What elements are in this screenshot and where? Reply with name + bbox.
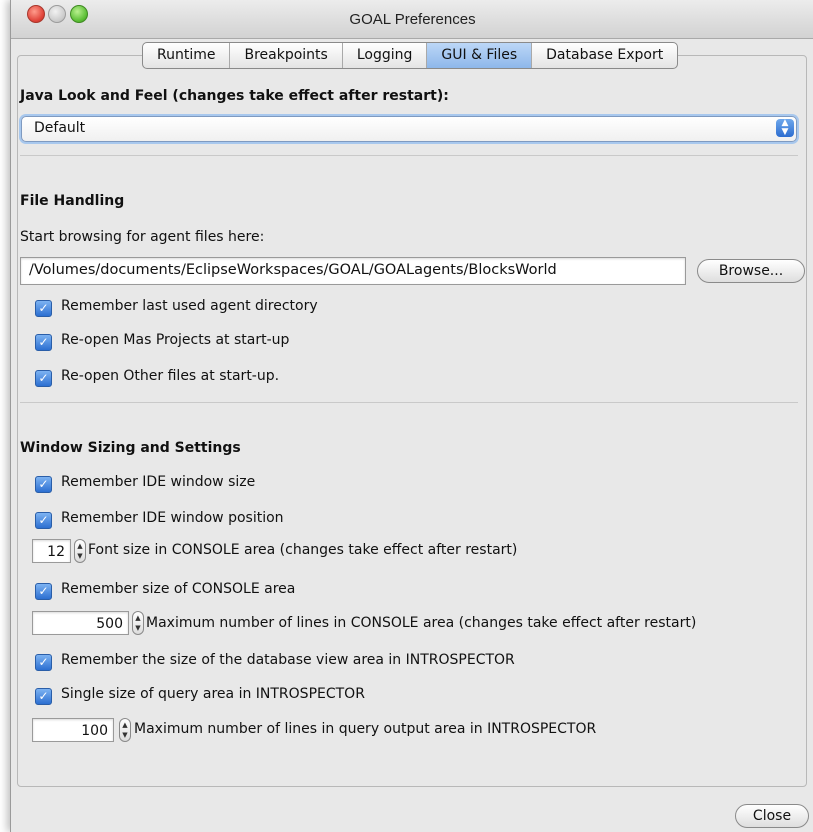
remember-size-checkbox[interactable]: ✓ bbox=[35, 476, 52, 493]
max-query-lines-label: Maximum number of lines in query output … bbox=[134, 721, 597, 737]
remember-directory-checkbox[interactable]: ✓ bbox=[35, 300, 52, 317]
font-size-input[interactable]: 12 bbox=[32, 539, 71, 563]
browse-button[interactable]: Browse... bbox=[697, 259, 805, 283]
reopen-other-checkbox[interactable]: ✓ bbox=[35, 370, 52, 387]
tab-gui-files[interactable]: GUI & Files bbox=[427, 43, 533, 68]
reopen-mas-checkbox[interactable]: ✓ bbox=[35, 334, 52, 351]
single-query-checkbox[interactable]: ✓ bbox=[35, 688, 52, 705]
stepper-arrows-icon[interactable]: ▲ ▼ bbox=[132, 611, 144, 635]
separator bbox=[20, 402, 798, 403]
max-console-lines-input[interactable]: 500 bbox=[32, 611, 129, 635]
remember-db-view-checkbox[interactable]: ✓ bbox=[35, 654, 52, 671]
checkmark-icon: ✓ bbox=[38, 513, 49, 527]
max-query-lines-input[interactable]: 100 bbox=[32, 718, 114, 742]
remember-position-label: Remember IDE window position bbox=[61, 510, 284, 526]
separator bbox=[20, 155, 798, 156]
checkmark-icon: ✓ bbox=[38, 689, 49, 703]
updown-arrows-icon: ▲ ▼ bbox=[776, 119, 794, 137]
font-size-label: Font size in CONSOLE area (changes take … bbox=[88, 542, 518, 558]
title-bar[interactable]: GOAL Preferences bbox=[11, 0, 813, 39]
tab-breakpoints[interactable]: Breakpoints bbox=[230, 43, 343, 68]
max-console-lines-label: Maximum number of lines in CONSOLE area … bbox=[146, 615, 697, 631]
file-handling-heading: File Handling bbox=[20, 193, 125, 209]
remember-directory-label: Remember last used agent directory bbox=[61, 298, 318, 314]
browse-start-label: Start browsing for agent files here: bbox=[20, 229, 265, 245]
checkmark-icon: ✓ bbox=[38, 584, 49, 598]
checkmark-icon: ✓ bbox=[38, 477, 49, 491]
tab-content-panel bbox=[17, 55, 807, 787]
window-sizing-heading: Window Sizing and Settings bbox=[20, 440, 241, 456]
look-and-feel-select[interactable]: Default ▲ ▼ bbox=[21, 116, 797, 142]
look-and-feel-heading: Java Look and Feel (changes take effect … bbox=[20, 88, 449, 104]
remember-console-label: Remember size of CONSOLE area bbox=[61, 581, 296, 597]
tab-runtime[interactable]: Runtime bbox=[143, 43, 231, 68]
stepper-arrows-icon[interactable]: ▲ ▼ bbox=[119, 718, 131, 742]
agent-directory-value: /Volumes/documents/EclipseWorkspaces/GOA… bbox=[29, 262, 557, 278]
agent-directory-field[interactable]: /Volumes/documents/EclipseWorkspaces/GOA… bbox=[20, 257, 686, 285]
remember-db-view-label: Remember the size of the database view a… bbox=[61, 652, 515, 668]
checkmark-icon: ✓ bbox=[38, 371, 49, 385]
remember-console-checkbox[interactable]: ✓ bbox=[35, 583, 52, 600]
tab-database-export[interactable]: Database Export bbox=[532, 43, 677, 68]
checkmark-icon: ✓ bbox=[38, 335, 49, 349]
checkmark-icon: ✓ bbox=[38, 655, 49, 669]
window-title: GOAL Preferences bbox=[349, 11, 476, 28]
single-query-label: Single size of query area in INTROSPECTO… bbox=[61, 686, 365, 702]
close-button[interactable]: Close bbox=[735, 804, 809, 828]
remember-size-label: Remember IDE window size bbox=[61, 474, 256, 490]
tab-bar: Runtime Breakpoints Logging GUI & Files … bbox=[142, 42, 679, 69]
tab-logging[interactable]: Logging bbox=[343, 43, 428, 68]
stepper-arrows-icon[interactable]: ▲ ▼ bbox=[74, 539, 86, 563]
reopen-mas-label: Re-open Mas Projects at start-up bbox=[61, 332, 290, 348]
look-and-feel-value: Default bbox=[34, 120, 86, 136]
remember-position-checkbox[interactable]: ✓ bbox=[35, 512, 52, 529]
reopen-other-label: Re-open Other files at start-up. bbox=[61, 368, 280, 384]
checkmark-icon: ✓ bbox=[38, 301, 49, 315]
